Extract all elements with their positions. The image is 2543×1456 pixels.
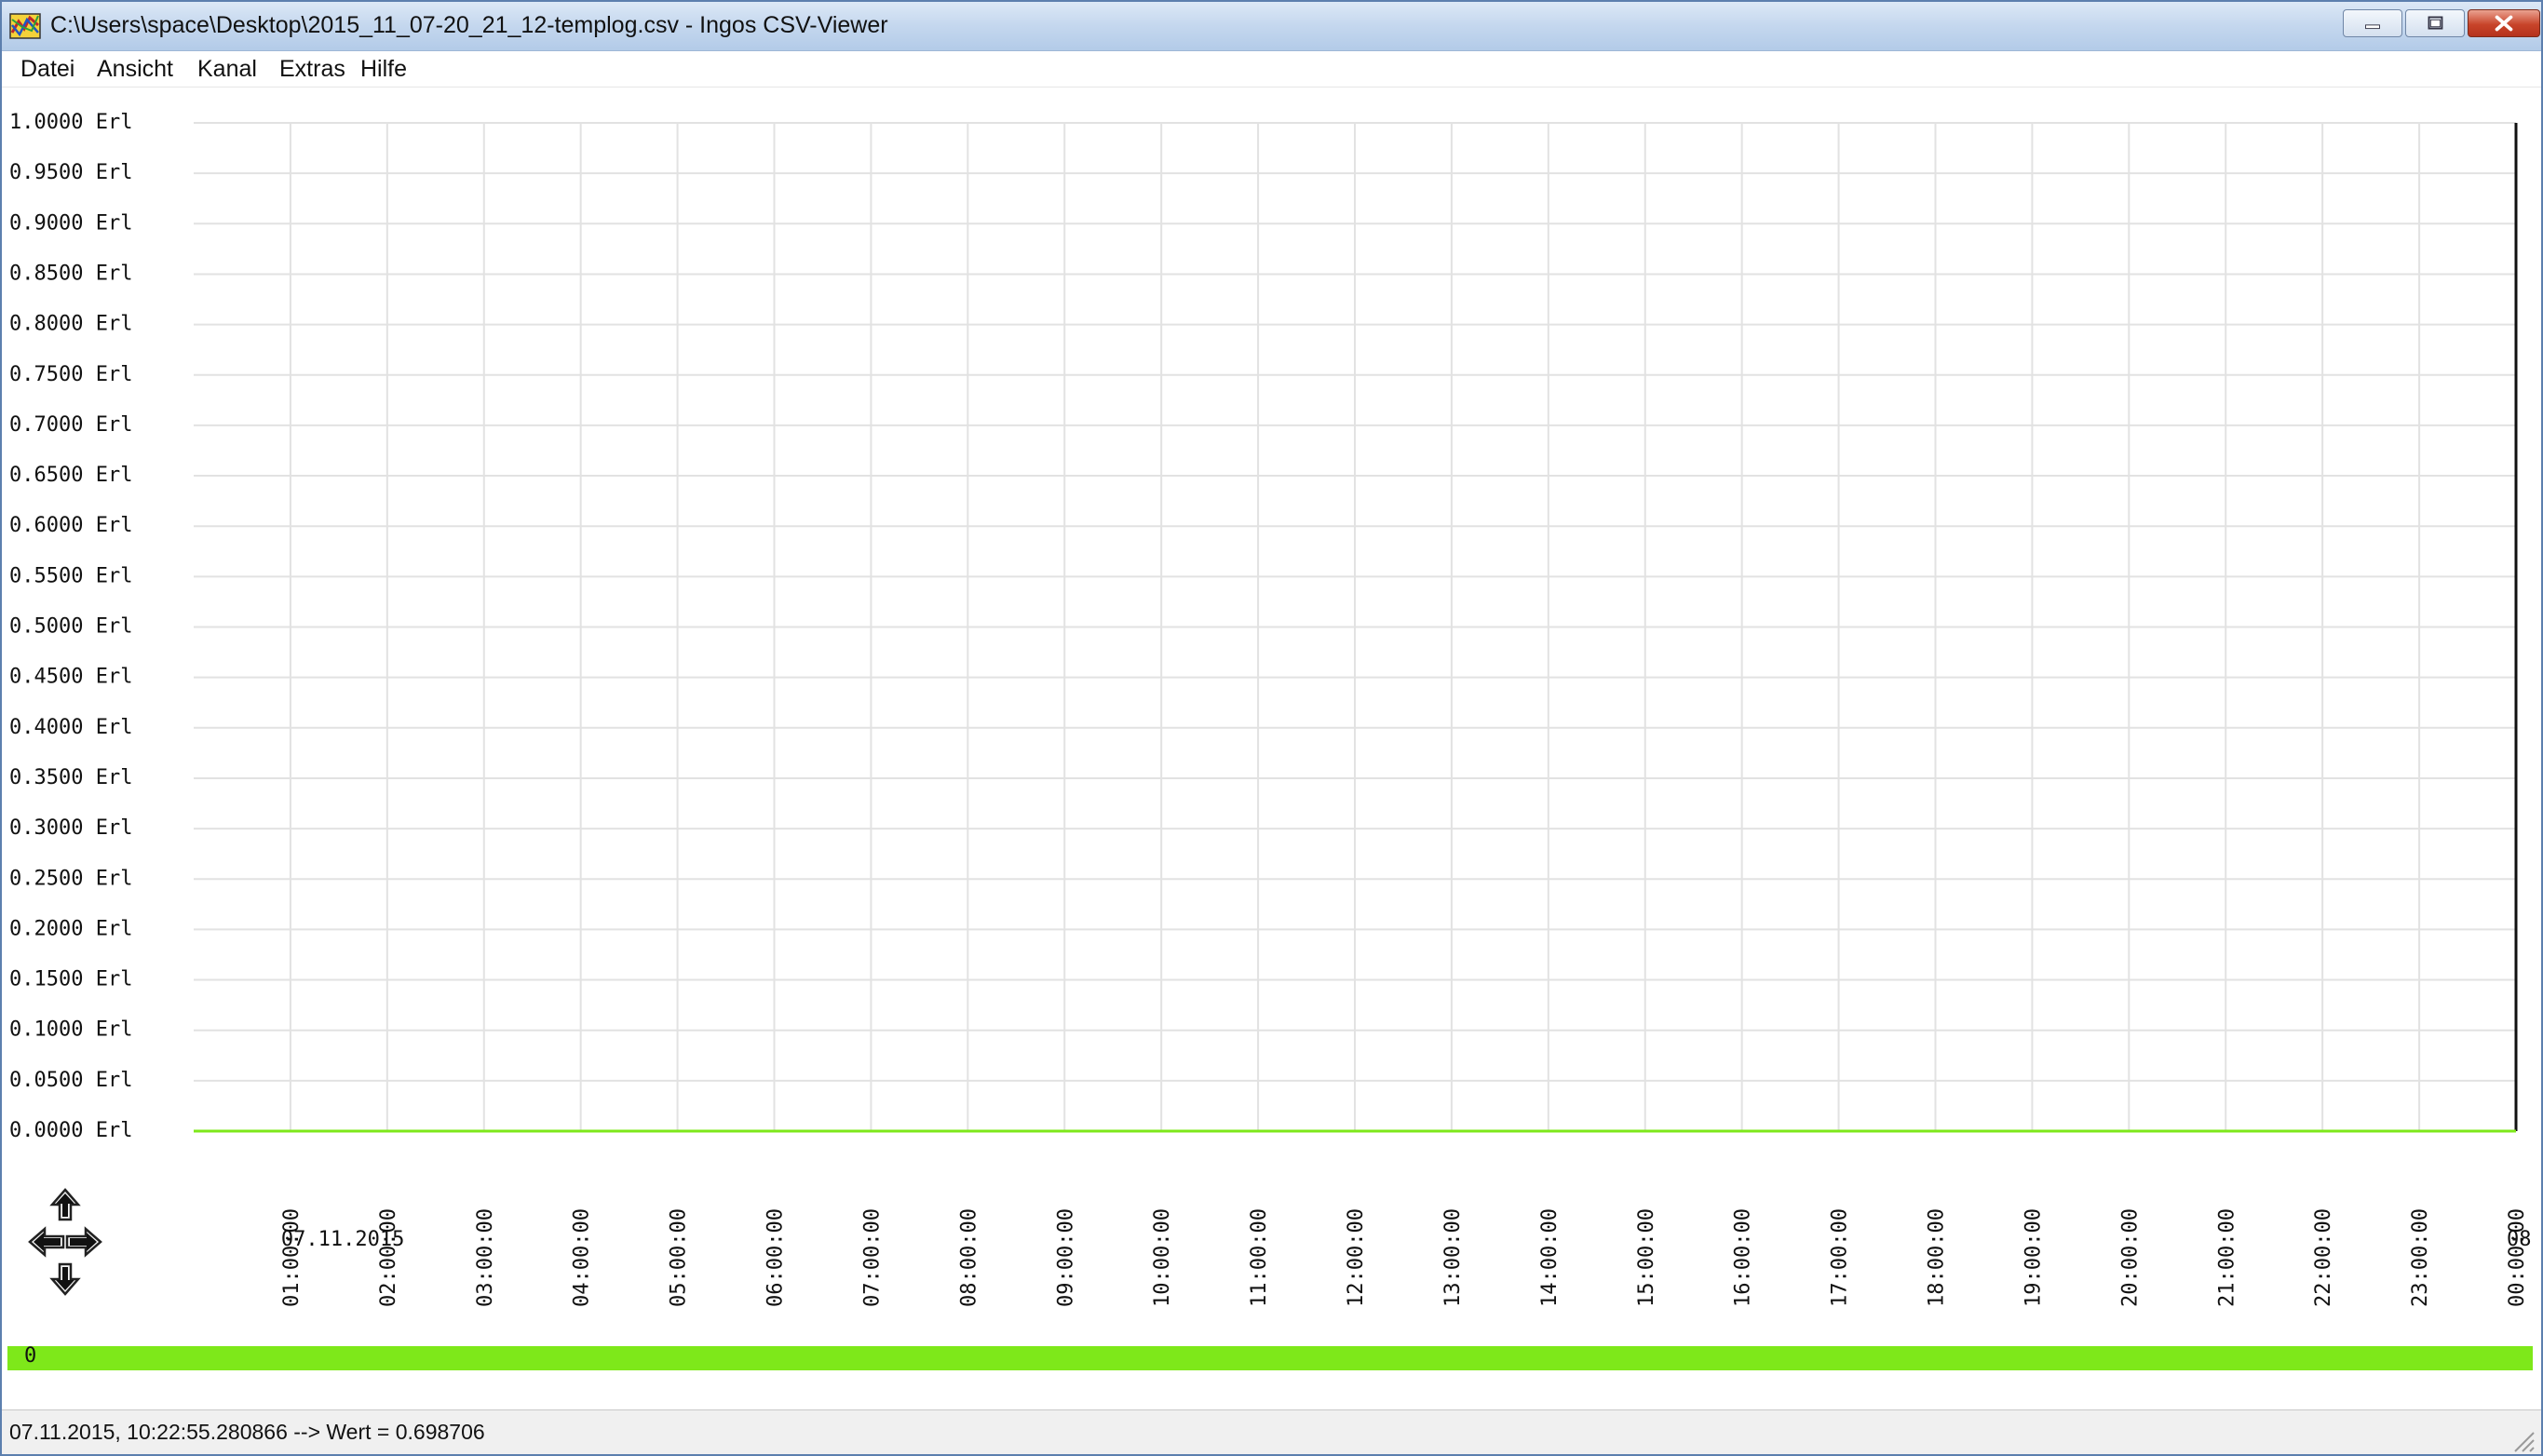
app-icon [9, 13, 41, 39]
y-tick-label: 0.9000 Erl [9, 211, 132, 235]
x-tick-label: 03:00:00 [474, 1208, 497, 1307]
x-tick-label: 21:00:00 [2215, 1208, 2239, 1307]
y-tick-label: 0.2000 Erl [9, 917, 132, 940]
x-tick-label: 17:00:00 [1829, 1208, 1852, 1307]
y-tick-label: 0.6000 Erl [9, 514, 132, 537]
x-tick-label: 13:00:00 [1441, 1208, 1465, 1307]
x-tick-label: 11:00:00 [1248, 1208, 1271, 1307]
y-tick-label: 0.3500 Erl [9, 766, 132, 789]
x-tick-label: 05:00:00 [668, 1208, 691, 1307]
y-tick-label: 0.3000 Erl [9, 816, 132, 840]
navigation-arrows [28, 1188, 102, 1296]
channel-label: 0 [24, 1344, 37, 1368]
x-tick-label: 07:00:00 [860, 1208, 884, 1307]
y-tick-label: 0.4500 Erl [9, 666, 132, 689]
x-tick-label: 18:00:00 [1926, 1208, 1949, 1307]
x-tick-label: 02:00:00 [377, 1208, 400, 1307]
menu-bar: Datei Ansicht Kanal Extras Hilfe [2, 51, 2541, 88]
y-tick-label: 0.2500 Erl [9, 867, 132, 890]
x-tick-label: 16:00:00 [1732, 1208, 1755, 1307]
date-label-next: 08 [2507, 1228, 2532, 1251]
x-tick-label: 23:00:00 [2409, 1208, 2432, 1307]
x-tick-label: 20:00:00 [2118, 1208, 2142, 1307]
channel-strip[interactable]: 0 [7, 1344, 2533, 1370]
x-tick-label: 08:00:00 [957, 1208, 981, 1307]
y-tick-label: 0.7500 Erl [9, 363, 132, 386]
arrow-right-icon[interactable] [65, 1226, 102, 1258]
y-tick-label: 0.5500 Erl [9, 564, 132, 587]
y-tick-label: 0.4000 Erl [9, 716, 132, 739]
y-tick-label: 0.5000 Erl [9, 615, 132, 639]
close-button[interactable] [2468, 9, 2540, 37]
close-icon [2495, 15, 2513, 32]
minimize-button[interactable] [2343, 9, 2402, 37]
menu-kanal[interactable]: Kanal [194, 56, 261, 83]
title-bar[interactable]: C:\Users\space\Desktop\2015_11_07-20_21_… [2, 2, 2541, 51]
chart-area[interactable]: 1.0000 Erl 0.9500 Erl 0.9000 Erl 0.8500 Erl… [2, 88, 2543, 1326]
x-tick-label: 09:00:00 [1054, 1208, 1077, 1307]
resize-grip-icon[interactable] [2509, 1427, 2536, 1453]
menu-extras[interactable]: Extras [276, 56, 349, 83]
arrow-up-icon[interactable] [49, 1188, 81, 1221]
y-tick-label: 0.1500 Erl [9, 968, 132, 991]
restore-icon [2428, 16, 2443, 30]
x-tick-label: 15:00:00 [1635, 1208, 1658, 1307]
x-tick-label: 06:00:00 [764, 1208, 788, 1307]
maximize-button[interactable] [2405, 9, 2465, 37]
y-tick-label: 0.0500 Erl [9, 1069, 132, 1092]
menu-hilfe[interactable]: Hilfe [357, 56, 411, 83]
menu-datei[interactable]: Datei [17, 56, 78, 83]
y-tick-label: 0.9500 Erl [9, 161, 132, 184]
x-tick-label: 14:00:00 [1538, 1208, 1562, 1307]
y-tick-label: 0.0000 Erl [9, 1119, 132, 1142]
x-tick-label: 04:00:00 [571, 1208, 594, 1307]
x-tick-label: 19:00:00 [2022, 1208, 2045, 1307]
status-bar: 07.11.2015, 10:22:55.280866 --> Wert = 0… [2, 1409, 2541, 1454]
arrow-left-icon[interactable] [28, 1226, 65, 1258]
x-tick-label: 22:00:00 [2312, 1208, 2335, 1307]
y-tick-label: 0.6500 Erl [9, 464, 132, 487]
y-tick-label: 0.8500 Erl [9, 262, 132, 285]
x-tick-label: 00:00:00 [2506, 1208, 2529, 1307]
y-tick-label: 0.1000 Erl [9, 1018, 132, 1042]
x-tick-label: 10:00:00 [1151, 1208, 1174, 1307]
y-tick-label: 0.8000 Erl [9, 313, 132, 336]
menu-ansicht[interactable]: Ansicht [93, 56, 177, 83]
x-tick-label: 01:00:00 [280, 1208, 304, 1307]
y-tick-label: 1.0000 Erl [9, 111, 132, 134]
x-tick-label: 12:00:00 [1345, 1208, 1368, 1307]
status-text: 07.11.2015, 10:22:55.280866 --> Wert = 0… [9, 1420, 485, 1444]
window-title: C:\Users\space\Desktop\2015_11_07-20_21_… [50, 12, 888, 38]
minimize-icon [2365, 24, 2380, 30]
app-window: C:\Users\space\Desktop\2015_11_07-20_21_… [0, 0, 2543, 1456]
date-label: 07.11.2015 [281, 1228, 404, 1251]
arrow-down-icon[interactable] [49, 1262, 81, 1296]
y-tick-label: 0.7000 Erl [9, 413, 132, 437]
